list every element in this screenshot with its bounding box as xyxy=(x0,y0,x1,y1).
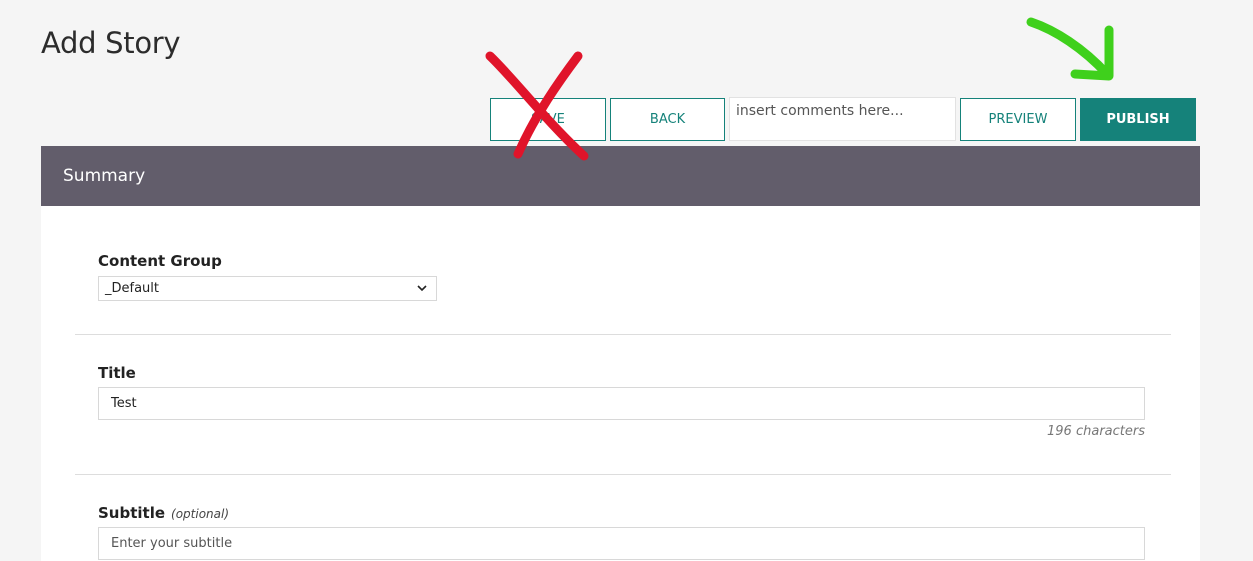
subtitle-input[interactable]: Enter your subtitle xyxy=(98,527,1145,560)
summary-header[interactable]: Summary xyxy=(41,146,1200,206)
content-group-value: _Default xyxy=(105,281,159,296)
section-divider xyxy=(75,334,1171,335)
title-label: Title xyxy=(98,364,136,382)
subtitle-label-text: Subtitle xyxy=(98,504,166,522)
content-group-label: Content Group xyxy=(98,252,222,270)
page-title: Add Story xyxy=(41,26,181,60)
content-group-select[interactable]: _Default xyxy=(98,276,437,301)
save-button[interactable]: SAVE xyxy=(490,98,606,141)
subtitle-optional-hint: (optional) xyxy=(171,507,230,521)
section-divider xyxy=(75,474,1171,475)
title-input[interactable]: Test xyxy=(98,387,1145,420)
comments-input[interactable]: insert comments here... xyxy=(729,97,956,141)
back-button[interactable]: BACK xyxy=(610,98,725,141)
title-char-count: 196 characters xyxy=(1047,424,1145,439)
summary-title: Summary xyxy=(63,166,146,186)
preview-button[interactable]: PREVIEW xyxy=(960,98,1076,141)
subtitle-label: Subtitle (optional) xyxy=(98,504,229,522)
chevron-down-icon xyxy=(417,285,427,292)
publish-button[interactable]: PUBLISH xyxy=(1080,98,1196,141)
